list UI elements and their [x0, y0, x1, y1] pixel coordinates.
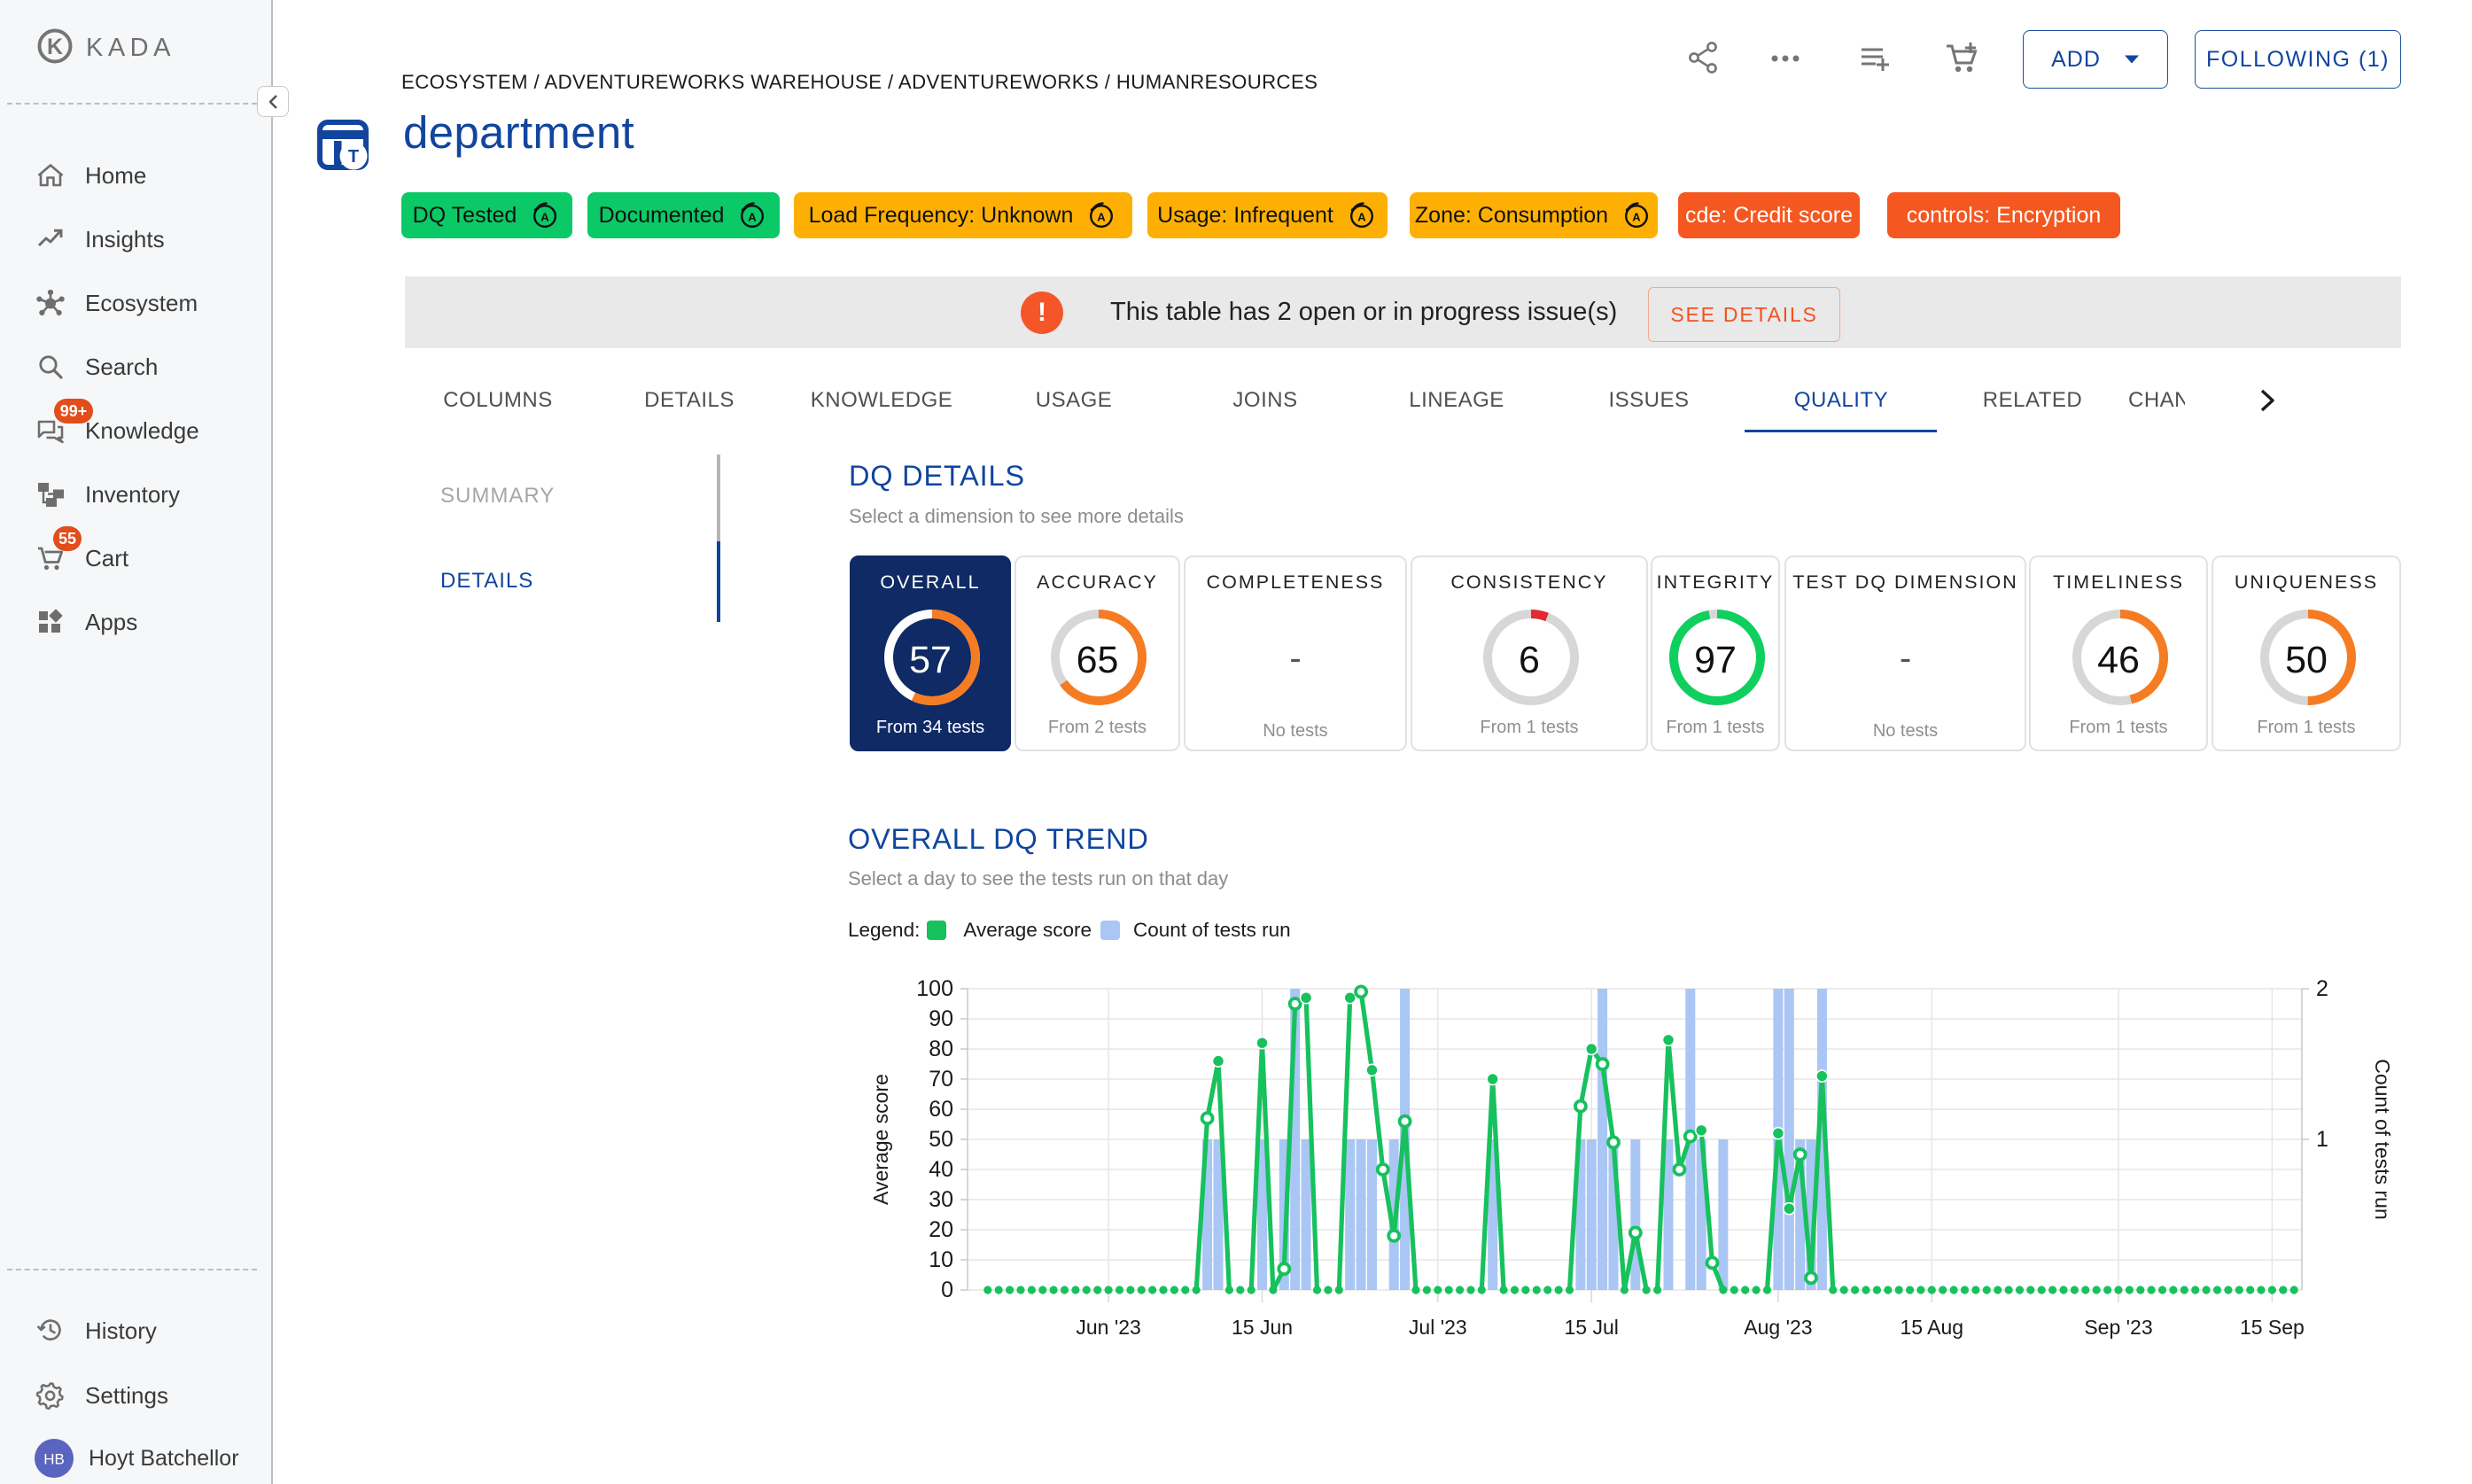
svg-text:15 Sep: 15 Sep: [2240, 1316, 2305, 1339]
svg-text:Jun '23: Jun '23: [1076, 1316, 1140, 1339]
svg-text:20: 20: [929, 1217, 953, 1242]
svg-text:15 Jun: 15 Jun: [1232, 1316, 1293, 1339]
svg-text:Average score: Average score: [869, 1074, 892, 1205]
svg-text:90: 90: [929, 1006, 953, 1031]
svg-text:80: 80: [929, 1037, 953, 1061]
svg-text:70: 70: [929, 1067, 953, 1092]
svg-text:40: 40: [929, 1157, 953, 1182]
svg-text:1: 1: [2316, 1127, 2328, 1152]
svg-text:0: 0: [941, 1278, 953, 1302]
svg-text:10: 10: [929, 1247, 953, 1272]
svg-text:100: 100: [916, 976, 953, 1001]
svg-text:Sep '23: Sep '23: [2084, 1316, 2152, 1339]
svg-text:50: 50: [929, 1127, 953, 1152]
svg-text:60: 60: [929, 1097, 953, 1122]
svg-text:15 Aug: 15 Aug: [1900, 1316, 1963, 1339]
svg-text:30: 30: [929, 1187, 953, 1212]
svg-text:15 Jul: 15 Jul: [1565, 1316, 1619, 1339]
svg-text:Jul '23: Jul '23: [1409, 1316, 1467, 1339]
svg-text:Aug '23: Aug '23: [1744, 1316, 1812, 1339]
svg-text:Count of tests run: Count of tests run: [2371, 1059, 2394, 1220]
svg-text:2: 2: [2316, 976, 2328, 1001]
